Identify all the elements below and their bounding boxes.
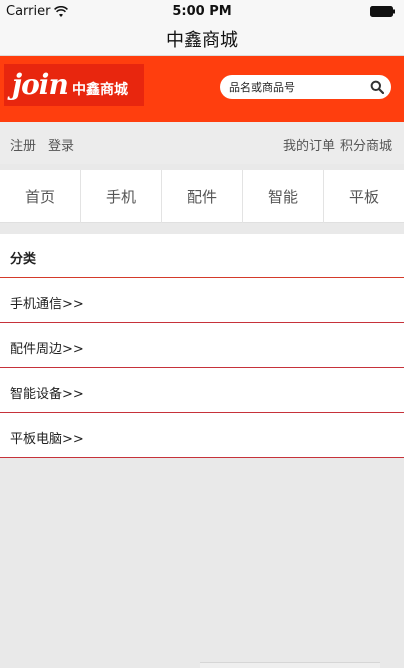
- auth-links: 注册 登录: [10, 135, 74, 154]
- nav-bar: 中鑫商城: [0, 22, 404, 56]
- tab-phones[interactable]: 手机: [81, 170, 162, 223]
- nav-title: 中鑫商城: [166, 30, 238, 51]
- points-mall-link[interactable]: 积分商城: [340, 135, 392, 154]
- logo[interactable]: join 中鑫商城: [4, 64, 144, 106]
- status-time: 5:00 PM: [172, 4, 232, 19]
- status-bar: Carrier 5:00 PM: [0, 0, 404, 22]
- search-input[interactable]: [220, 75, 363, 99]
- tab-home[interactable]: 首页: [0, 170, 81, 223]
- category-item-accessories[interactable]: 配件周边>>: [0, 323, 404, 368]
- tab-tablets[interactable]: 平板: [324, 170, 404, 223]
- search-icon: [370, 80, 384, 94]
- tab-accessories[interactable]: 配件: [162, 170, 243, 223]
- logo-mark: join: [12, 68, 69, 101]
- search-box: [220, 75, 391, 99]
- my-orders-link[interactable]: 我的订单: [283, 135, 335, 154]
- category-tab-bar: 首页 手机 配件 智能 平板: [0, 170, 404, 223]
- category-list-header: 分类: [0, 234, 404, 278]
- tab-smart[interactable]: 智能: [243, 170, 324, 223]
- category-item-smart-devices[interactable]: 智能设备>>: [0, 368, 404, 413]
- header-banner: join 中鑫商城: [0, 56, 404, 122]
- user-links-row: 注册 登录 我的订单 积分商城: [0, 122, 404, 164]
- category-item-phone-comm[interactable]: 手机通信>>: [0, 278, 404, 323]
- battery-icon: [370, 6, 395, 17]
- category-list: 分类 手机通信>> 配件周边>> 智能设备>> 平板电脑>>: [0, 234, 404, 458]
- category-item-tablets[interactable]: 平板电脑>>: [0, 413, 404, 458]
- login-link[interactable]: 登录: [48, 135, 74, 154]
- account-links: 我的订单 积分商城: [283, 135, 392, 154]
- search-button[interactable]: [363, 75, 391, 99]
- register-link[interactable]: 注册: [10, 135, 36, 154]
- logo-text: 中鑫商城: [72, 82, 128, 98]
- bottom-peek: [200, 662, 380, 668]
